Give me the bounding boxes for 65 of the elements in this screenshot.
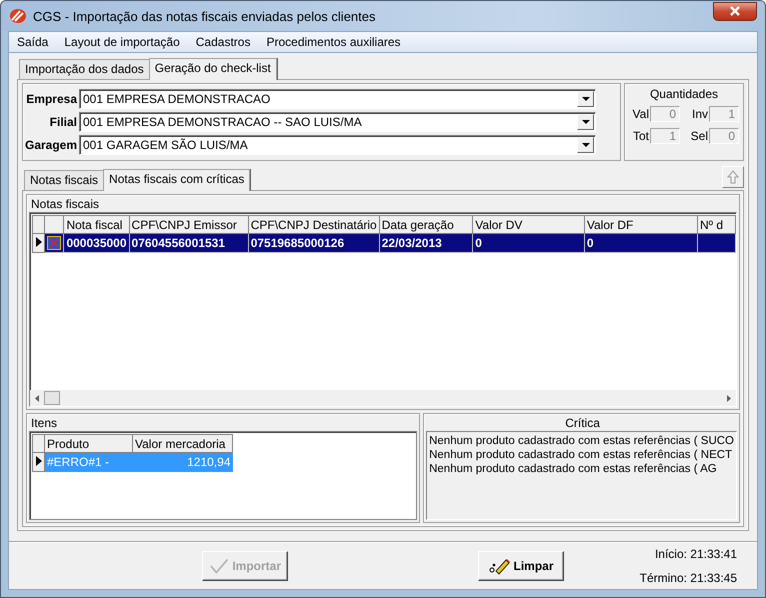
checkbox[interactable] — [47, 236, 62, 250]
dropdown-field[interactable]: 001 EMPRESA DEMONSTRACAO — [79, 89, 596, 109]
column-header[interactable]: Valor mercadoria — [132, 434, 232, 452]
row-pointer-icon — [36, 237, 42, 247]
count-field: 0 — [650, 106, 680, 122]
table-cell: 0 — [586, 236, 594, 250]
table-cell: 22/03/2013 — [382, 236, 442, 250]
tab[interactable]: Geração do check-list — [148, 58, 277, 80]
field-label: Inv — [692, 107, 708, 121]
dropdown-field[interactable]: 001 GARAGEM SÃO LUIS/MA — [79, 135, 596, 155]
field-label: Sel — [690, 129, 708, 143]
dropdown-arrow-icon — [582, 97, 590, 101]
group-title: Itens — [30, 416, 58, 431]
column-header[interactable]: Nota fiscal — [64, 216, 130, 234]
column-header[interactable]: CPF\CNPJ Emissor — [129, 216, 248, 234]
menu-item[interactable]: Layout de importação — [64, 35, 180, 49]
tab[interactable]: Importação dos dados — [19, 59, 150, 79]
checkmark-icon — [209, 556, 230, 574]
table-cell: #ERRO#1 - — [47, 455, 110, 470]
tab[interactable]: Notas fiscais — [24, 170, 104, 190]
field-label: Empresa — [25, 92, 77, 106]
eraser-icon — [488, 556, 510, 574]
up-arrow-button[interactable] — [722, 166, 744, 188]
group-title: Quantidades — [650, 87, 718, 101]
dropdown-field[interactable]: 001 EMPRESA DEMONSTRACAO -- SAO LUIS/MA — [79, 112, 596, 132]
close-button[interactable] — [713, 2, 757, 20]
column-header[interactable]: CPF\CNPJ Destinatário — [248, 216, 380, 234]
text-area: Nenhum produto cadastrado com estas referências ( SUCO Nenhum produto cadastrado com estas referências ( NECT Nenhum produto cadastrado com estas referências ( AG — [426, 431, 737, 520]
table-cell: 000035000 — [66, 236, 127, 250]
column-header[interactable]: Nº d — [698, 216, 736, 234]
field-label: Filial — [48, 115, 77, 129]
column-header[interactable]: Produto — [44, 434, 132, 452]
field-label: Garagem — [25, 138, 77, 152]
table-cell: 07604556001531 — [132, 236, 225, 250]
left-arrow-icon — [35, 394, 39, 402]
dropdown-arrow-icon — [582, 143, 590, 147]
count-field: 1 — [709, 106, 739, 122]
group-title: Crítica — [564, 416, 601, 431]
time-label: Término: 21:33:45 — [640, 570, 737, 584]
menu-item[interactable]: Cadastros — [196, 35, 250, 49]
dropdown-arrow-icon — [582, 120, 590, 124]
row-pointer-icon — [36, 456, 42, 466]
up-arrow-icon — [727, 170, 739, 184]
count-field: 0 — [709, 128, 739, 144]
column-header[interactable]: Data geração — [379, 216, 473, 234]
group-title: Notas fiscais — [30, 197, 100, 212]
table-cell: 07519685000126 — [250, 236, 344, 250]
count-field: 1 — [650, 128, 680, 144]
time-label: Início: 21:33:41 — [654, 546, 737, 560]
menu-item[interactable]: Saída — [17, 35, 48, 49]
clear-button[interactable]: Limpar — [478, 550, 564, 580]
menu-item[interactable]: Procedimentos auxiliares — [266, 35, 401, 49]
close-icon — [729, 6, 741, 16]
window-title: CGS - Importação das notas fiscais enviadas pelos clientes — [33, 8, 377, 24]
table-cell: 0 — [475, 236, 482, 250]
app-logo-icon — [9, 8, 27, 24]
field-label: Val — [632, 107, 649, 121]
table-cell: 1210,94 — [187, 455, 230, 470]
tab[interactable]: Notas fiscais com críticas — [103, 169, 250, 191]
column-header[interactable]: Valor DV — [472, 216, 584, 234]
scrollbar-thumb[interactable] — [44, 391, 60, 405]
right-arrow-icon — [727, 394, 731, 402]
horizontal-scrollbar[interactable] — [30, 390, 736, 406]
field-label: Tot — [632, 129, 649, 143]
column-header[interactable]: Valor DF — [584, 216, 698, 234]
